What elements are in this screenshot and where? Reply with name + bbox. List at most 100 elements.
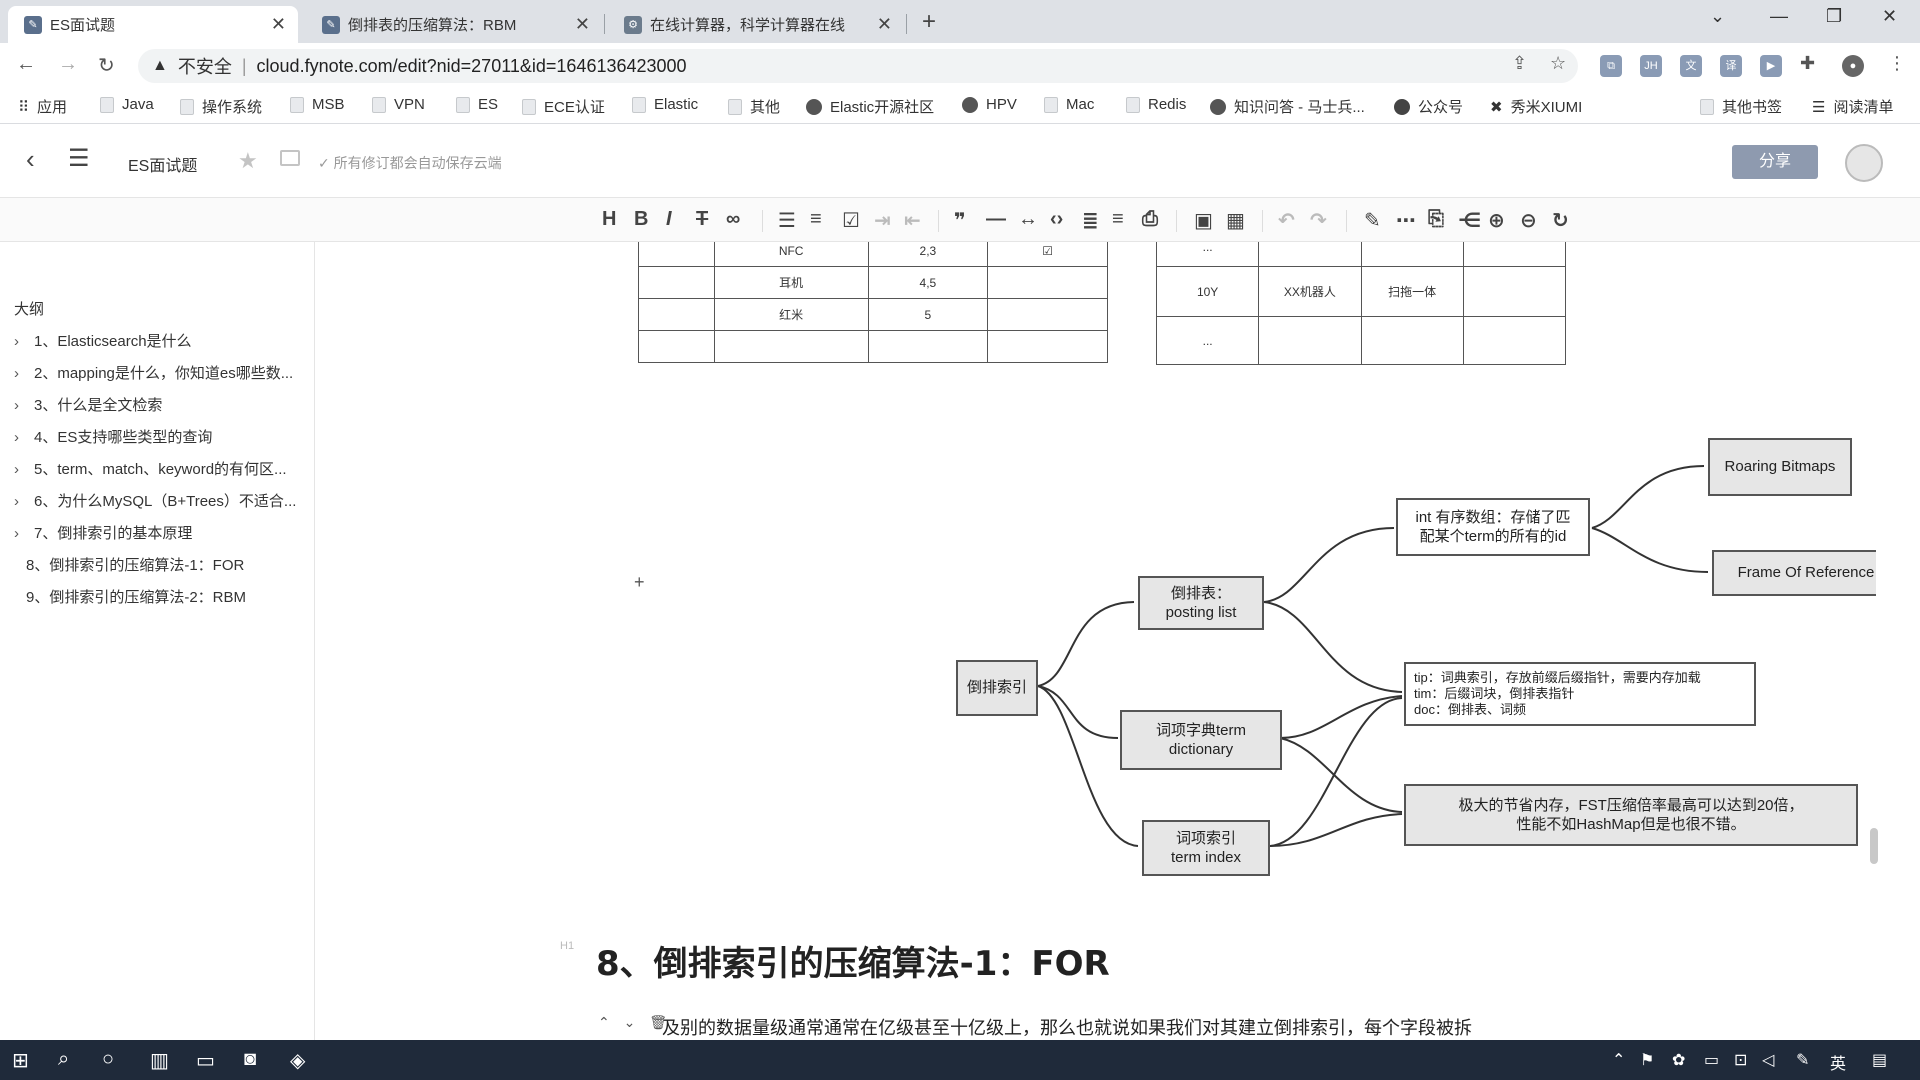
redo-icon[interactable]: ↷	[1310, 208, 1327, 233]
search-icon[interactable]: ⌕	[58, 1048, 69, 1071]
italic-icon[interactable]: I	[666, 208, 672, 231]
user-avatar[interactable]	[1845, 144, 1883, 182]
bookmark-wechat[interactable]: 公众号	[1394, 96, 1463, 117]
video-extension-icon[interactable]: ▶	[1760, 55, 1782, 77]
ordered-list-icon[interactable]: ≡	[810, 208, 822, 231]
bookmark-elastic[interactable]: Elastic	[632, 96, 698, 113]
bookmark-star-icon[interactable]: ☆	[1550, 53, 1566, 74]
chevron-right-icon[interactable]: ›	[14, 525, 34, 542]
bookmark-redis[interactable]: Redis	[1126, 96, 1186, 113]
attachment-icon[interactable]: ⎙	[1142, 208, 1158, 231]
app-icon[interactable]: ◙	[244, 1048, 256, 1071]
link-icon[interactable]: ∞	[726, 208, 740, 231]
extension-icon[interactable]: 译	[1720, 55, 1742, 77]
more-icon[interactable]: ⋯	[1396, 208, 1416, 233]
favorite-star-icon[interactable]: ★	[238, 148, 258, 174]
tab-rbm[interactable]: ✎ 倒排表的压缩算法：RBM ✕	[306, 6, 602, 43]
tray-app-icon[interactable]: ⚑	[1640, 1050, 1654, 1070]
outline-item[interactable]: › 2、mapping是什么，你知道es哪些数...	[14, 362, 304, 383]
outline-item[interactable]: › 7、倒排索引的基本原理	[14, 522, 304, 543]
outline-item[interactable]: › 1、Elasticsearch是什么	[14, 330, 304, 351]
close-icon[interactable]: ✕	[271, 14, 286, 35]
extension-jh-icon[interactable]: JH	[1640, 55, 1662, 77]
zoom-out-icon[interactable]: ⊖	[1520, 208, 1537, 233]
windows-start-icon[interactable]: ⊞	[12, 1048, 29, 1073]
battery-icon[interactable]: ▭	[1704, 1050, 1719, 1070]
chevron-down-icon[interactable]: ⌄	[624, 1014, 636, 1030]
back-chevron-icon[interactable]: ‹	[26, 144, 35, 175]
move-folder-icon[interactable]	[280, 150, 300, 166]
bookmark-ece[interactable]: ECE认证	[522, 96, 605, 117]
quote-icon[interactable]: ❞	[954, 208, 966, 233]
bookmark-es[interactable]: ES	[456, 96, 498, 113]
bookmark-other-folder[interactable]: 其他书签	[1700, 96, 1782, 117]
align-icon[interactable]: ≣	[1082, 208, 1099, 233]
bookmark-qa[interactable]: 知识问答 - 马士兵...	[1210, 96, 1365, 117]
restore-button[interactable]: ❐	[1826, 6, 1842, 27]
tab-es-interview[interactable]: ✎ ES面试题 ✕	[8, 6, 298, 43]
bookmark-msb[interactable]: MSB	[290, 96, 345, 113]
chevron-right-icon[interactable]: ›	[14, 493, 34, 510]
bookmark-java[interactable]: Java	[100, 96, 154, 113]
content-scrollbar[interactable]	[1870, 828, 1878, 864]
bookmark-reading-list[interactable]: ☰ 阅读清单	[1812, 96, 1893, 117]
close-icon[interactable]: ✕	[575, 14, 590, 35]
outline-item[interactable]: › 3、什么是全文检索	[14, 394, 304, 415]
close-window-button[interactable]: ✕	[1882, 6, 1897, 27]
inline-code-icon[interactable]: ↔	[1018, 208, 1038, 231]
paragraph-move-controls[interactable]: ⌃ ⌄ 🗑	[598, 1014, 667, 1031]
outline-item[interactable]: › 5、term、match、keyword的有何区...	[14, 458, 304, 479]
bookmark-mac[interactable]: Mac	[1044, 96, 1094, 113]
bullet-list-icon[interactable]: ☰	[778, 208, 796, 233]
tab-search-icon[interactable]: ⌄	[1710, 6, 1725, 27]
bold-icon[interactable]: B	[634, 208, 648, 231]
profile-avatar[interactable]: ●	[1842, 55, 1864, 77]
outline-item[interactable]: › 6、为什么MySQL（B+Trees）不适合...	[14, 490, 304, 511]
undo-icon[interactable]: ↶	[1278, 208, 1295, 233]
zoom-in-icon[interactable]: ⊕	[1488, 208, 1505, 233]
minimize-button[interactable]: —	[1770, 6, 1788, 27]
translate-extension-icon[interactable]: 文	[1680, 55, 1702, 77]
image-icon[interactable]: ▣	[1194, 208, 1213, 233]
close-icon[interactable]: ✕	[877, 14, 892, 35]
checkbox-icon[interactable]: ☑	[987, 242, 1108, 267]
chevron-right-icon[interactable]: ›	[14, 429, 34, 446]
table-icon[interactable]: ▦	[1226, 208, 1245, 233]
file-explorer-icon[interactable]: ▭	[196, 1048, 215, 1073]
forward-arrow-icon[interactable]: →	[58, 53, 78, 76]
bookmark-hpv[interactable]: HPV	[962, 96, 1017, 113]
ime-indicator[interactable]: 英	[1830, 1050, 1846, 1074]
share-button[interactable]: 分享	[1732, 145, 1818, 179]
strikethrough-icon[interactable]: T	[696, 208, 708, 231]
checkbox-list-icon[interactable]: ☑	[842, 208, 860, 233]
bookmark-os[interactable]: 操作系统	[180, 96, 262, 117]
chevron-right-icon[interactable]: ›	[14, 333, 34, 350]
tray-chevron-up-icon[interactable]: ⌃	[1612, 1050, 1625, 1070]
hamburger-menu-icon[interactable]: ☰	[68, 144, 90, 173]
app-icon[interactable]: ◈	[290, 1048, 305, 1073]
editor-content[interactable]: NFC 2,3 ☑ 耳机 4,5 红米 5 ... 10Y XX机器人 扫拖一体…	[316, 242, 1876, 1040]
pen-icon[interactable]: ✎	[1364, 208, 1381, 233]
share-page-icon[interactable]: ⇪	[1512, 53, 1527, 74]
pen-tray-icon[interactable]: ✎	[1796, 1050, 1809, 1070]
format-icon[interactable]: ≡	[1112, 208, 1124, 231]
back-arrow-icon[interactable]: ←	[16, 53, 36, 76]
chevron-up-icon[interactable]: ⌃	[598, 1014, 610, 1030]
tab-calculator[interactable]: ⚙ 在线计算器，科学计算器在线 ✕	[608, 6, 904, 43]
bookmark-vpn[interactable]: VPN	[372, 96, 425, 113]
chevron-right-icon[interactable]: ›	[14, 461, 34, 478]
reload-icon[interactable]: ↻	[98, 53, 115, 78]
extension-icon[interactable]: ⧉	[1600, 55, 1622, 77]
bookmark-xiumi[interactable]: ✖ 秀米XIUMI	[1490, 96, 1582, 117]
network-icon[interactable]: ⊡	[1734, 1050, 1747, 1070]
bookmark-elastic-community[interactable]: Elastic开源社区	[806, 96, 934, 117]
new-tab-button[interactable]: +	[922, 8, 936, 36]
indent-icon[interactable]: ⇥	[874, 208, 891, 233]
outline-item[interactable]: › 4、ES支持哪些类型的查询	[14, 426, 304, 447]
chevron-right-icon[interactable]: ›	[14, 365, 34, 382]
outdent-icon[interactable]: ⇤	[904, 208, 921, 233]
notifications-icon[interactable]: ▤	[1872, 1050, 1887, 1070]
heading-icon[interactable]: H	[602, 208, 616, 231]
refresh-icon[interactable]: ↻	[1552, 208, 1569, 233]
outline-item[interactable]: 9、倒排索引的压缩算法-2：RBM	[14, 586, 304, 607]
